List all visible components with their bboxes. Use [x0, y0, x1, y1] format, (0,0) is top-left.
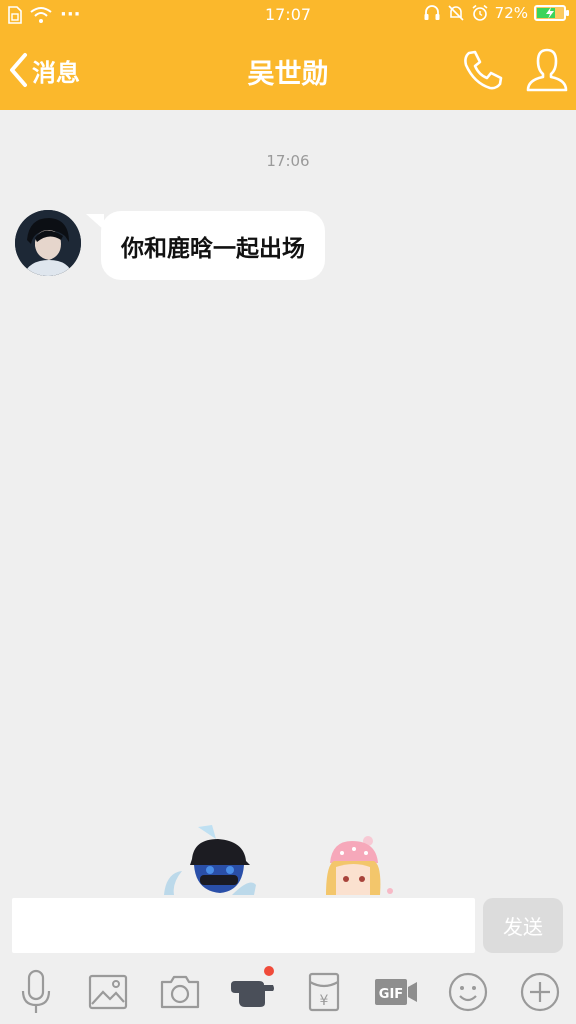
status-right-icons: 72%	[423, 4, 569, 22]
contact-avatar[interactable]	[15, 210, 81, 276]
message-bubble[interactable]: 你和鹿晗一起出场	[101, 211, 325, 280]
chat-area[interactable]: 17:06 你和鹿晗一起出场	[0, 110, 576, 895]
gif-icon: GIF	[375, 979, 417, 1005]
alarm-icon	[472, 4, 488, 21]
voice-call-button[interactable]	[460, 48, 504, 92]
emoji-icon	[448, 972, 488, 1012]
emoji-button[interactable]	[444, 968, 492, 1016]
message-timestamp: 17:06	[266, 152, 310, 170]
contact-profile-button[interactable]	[524, 46, 570, 94]
red-packet-icon: ¥	[308, 972, 340, 1012]
microphone-icon	[21, 969, 51, 1013]
chibi-girl-sticker-image	[326, 836, 393, 895]
back-button[interactable]: 消息	[8, 50, 80, 90]
gif-button[interactable]: GIF	[372, 968, 420, 1016]
camera-icon	[160, 975, 200, 1009]
composer-bar: 发送	[0, 895, 576, 960]
back-label: 消息	[32, 58, 80, 87]
photo-album-button[interactable]	[84, 968, 132, 1016]
poke-button[interactable]	[228, 966, 276, 1016]
camera-button[interactable]	[156, 968, 204, 1016]
bottom-toolbar: ¥ GIF	[0, 960, 576, 1024]
headset-icon	[424, 5, 440, 20]
mute-bell-icon	[448, 5, 464, 21]
gif-label: GIF	[379, 987, 403, 1002]
phone-icon	[464, 50, 503, 90]
plus-icon	[520, 972, 560, 1012]
battery-percent: 72%	[494, 4, 528, 22]
person-icon	[526, 48, 568, 92]
chevron-left-icon	[10, 53, 27, 87]
notification-dot	[264, 966, 274, 976]
image-icon	[88, 974, 128, 1010]
message-text: 你和鹿晗一起出场	[121, 235, 305, 262]
more-options-button[interactable]	[516, 968, 564, 1016]
message-input[interactable]	[12, 898, 475, 953]
avatar-portrait-image	[15, 210, 81, 276]
poke-hand-icon	[231, 981, 274, 1007]
send-button[interactable]: 发送	[483, 898, 563, 953]
red-packet-button[interactable]: ¥	[300, 968, 348, 1016]
currency-symbol: ¥	[320, 993, 329, 1009]
status-bar: ··· 17:07 72%	[0, 0, 576, 30]
chibi-boy-sticker-image	[164, 825, 256, 895]
voice-button[interactable]	[12, 968, 60, 1016]
title-bar: 消息 吴世勋	[0, 30, 576, 110]
charging-bolt-icon	[546, 7, 554, 19]
battery-icon	[534, 5, 569, 21]
